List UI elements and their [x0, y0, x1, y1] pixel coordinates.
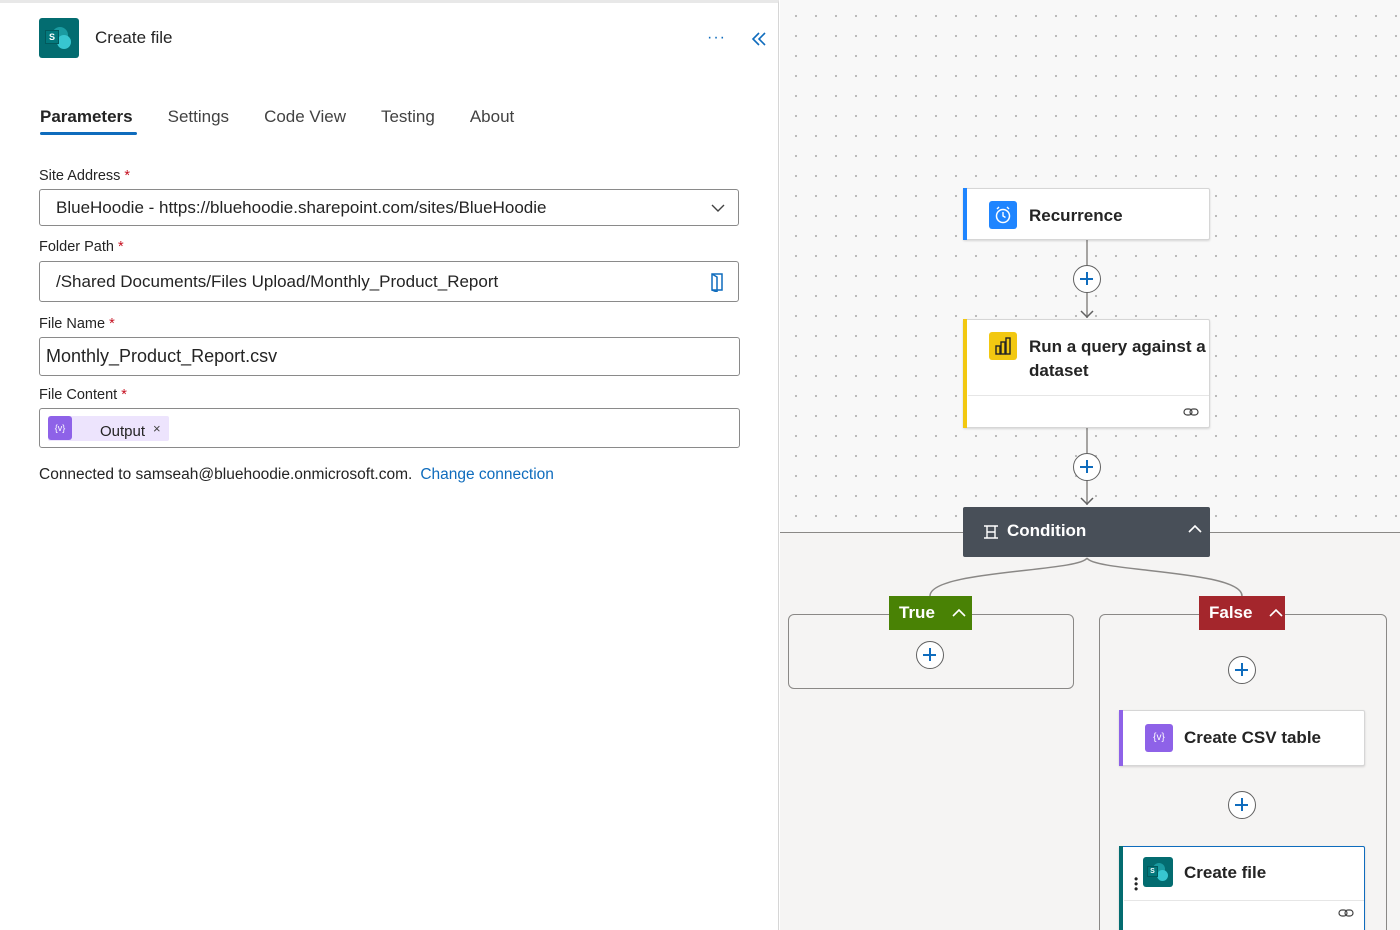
- site-address-label: Site Address *: [39, 168, 131, 184]
- tab-settings[interactable]: Settings: [168, 107, 229, 135]
- required-marker: *: [109, 316, 115, 332]
- more-options-button[interactable]: ···: [707, 29, 726, 47]
- add-step-button[interactable]: [916, 641, 944, 669]
- card-footer: [968, 395, 1209, 396]
- folder-picker-icon[interactable]: [708, 272, 726, 292]
- link-icon: [1183, 408, 1199, 416]
- condition-card[interactable]: Condition: [963, 507, 1210, 557]
- true-branch-label[interactable]: True: [889, 596, 972, 630]
- tab-about[interactable]: About: [470, 107, 514, 135]
- card-accent: [963, 319, 967, 428]
- required-marker: *: [124, 168, 131, 184]
- tab-testing[interactable]: Testing: [381, 107, 435, 135]
- card-footer: [1124, 900, 1364, 901]
- power-bi-icon: [989, 332, 1017, 360]
- link-icon: [1338, 909, 1354, 917]
- chevron-down-icon: [711, 204, 725, 212]
- chevron-up-icon[interactable]: [951, 607, 967, 619]
- site-address-dropdown[interactable]: BlueHoodie - https://bluehoodie.sharepoi…: [39, 189, 739, 226]
- collapse-panel-button[interactable]: [750, 30, 768, 53]
- sharepoint-icon: S: [39, 18, 79, 58]
- connection-info: Connected to samseah@bluehoodie.onmicros…: [39, 466, 554, 483]
- panel-header: S Create file: [39, 18, 172, 58]
- folder-path-input[interactable]: /Shared Documents/Files Upload/Monthly_P…: [39, 261, 739, 302]
- card-accent: [1119, 710, 1123, 766]
- recurrence-card[interactable]: Recurrence: [963, 188, 1210, 240]
- file-content-input[interactable]: {v} Output ×: [39, 408, 740, 448]
- add-step-button[interactable]: [1073, 453, 1101, 481]
- output-token[interactable]: {v} Output ×: [48, 415, 169, 441]
- add-step-button[interactable]: [1228, 791, 1256, 819]
- chevron-up-icon[interactable]: [1268, 607, 1284, 619]
- data-operation-icon: {v}: [1145, 724, 1173, 752]
- create-csv-table-card[interactable]: {v} Create CSV table: [1119, 710, 1365, 766]
- data-operation-icon: {v}: [48, 416, 72, 440]
- card-accent: [963, 188, 967, 240]
- add-step-button[interactable]: [1228, 656, 1256, 684]
- card-accent: [1119, 846, 1123, 930]
- chevron-up-icon[interactable]: [1187, 523, 1203, 535]
- double-chevron-left-icon: [751, 32, 766, 46]
- panel-title: Create file: [95, 28, 173, 47]
- required-marker: *: [121, 387, 127, 403]
- required-marker: *: [117, 239, 124, 255]
- create-file-card[interactable]: • • • S Create file: [1119, 846, 1365, 930]
- drag-handle-icon[interactable]: • • •: [1134, 873, 1138, 895]
- change-connection-link[interactable]: Change connection: [420, 466, 554, 483]
- file-content-label: File Content *: [39, 387, 127, 403]
- alarm-clock-icon: [989, 201, 1017, 229]
- remove-token-icon[interactable]: ×: [153, 421, 161, 436]
- tab-code-view[interactable]: Code View: [264, 107, 346, 135]
- condition-icon: [984, 525, 998, 539]
- add-step-button[interactable]: [1073, 265, 1101, 293]
- run-query-card[interactable]: Run a query against a dataset: [963, 319, 1210, 428]
- panel-tabs: Parameters Settings Code View Testing Ab…: [40, 107, 549, 135]
- file-name-label: File Name *: [39, 316, 115, 332]
- false-branch-label[interactable]: False: [1199, 596, 1285, 630]
- folder-path-label: Folder Path *: [39, 239, 124, 255]
- action-details-panel: S Create file ··· Parameters Settings Co…: [0, 0, 779, 930]
- tab-parameters[interactable]: Parameters: [40, 107, 137, 135]
- file-name-input[interactable]: Monthly_Product_Report.csv: [39, 337, 740, 376]
- sharepoint-icon: S: [1143, 857, 1173, 887]
